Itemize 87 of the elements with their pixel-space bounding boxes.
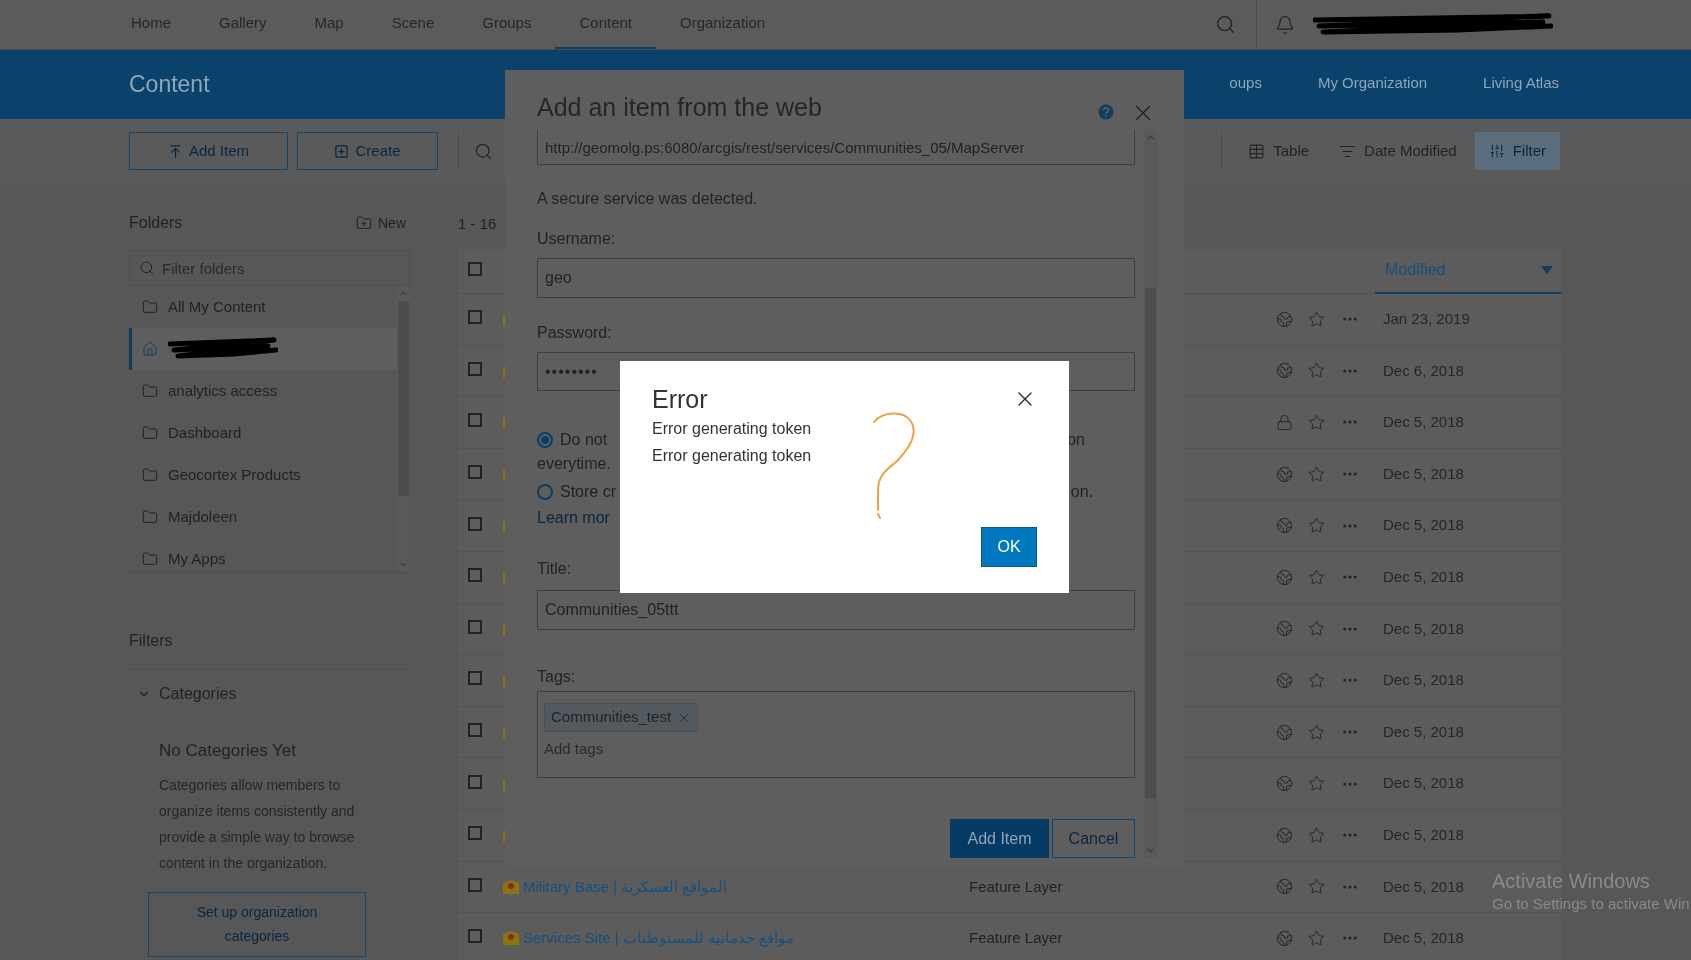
row-checkbox[interactable] (468, 723, 482, 738)
header-tab[interactable]: oups (1229, 68, 1262, 101)
add-item-submit-button[interactable]: Add Item (950, 819, 1049, 858)
sort-caret-icon[interactable] (1541, 266, 1553, 274)
help-icon[interactable] (1096, 102, 1116, 122)
search-icon[interactable] (1215, 14, 1236, 35)
title-label: Title: (537, 559, 573, 577)
layer-icon (502, 877, 520, 896)
cancel-button[interactable]: Cancel (1052, 819, 1135, 858)
ok-button[interactable]: OK (981, 527, 1037, 567)
star-icon[interactable] (1308, 723, 1325, 741)
row-checkbox[interactable] (468, 465, 482, 480)
row-checkbox[interactable] (468, 361, 482, 376)
tag-chip[interactable]: Communities_test (544, 703, 699, 732)
scrollbar[interactable] (1144, 130, 1157, 858)
error-title: Error (652, 384, 708, 415)
star-icon[interactable] (1308, 671, 1325, 689)
username-label: Username: (537, 229, 617, 247)
star-icon[interactable] (1308, 517, 1325, 535)
star-icon[interactable] (1308, 878, 1325, 896)
folder-icon (142, 425, 158, 441)
home-icon (142, 341, 158, 357)
table-view-button[interactable]: Table (1248, 139, 1310, 163)
upload-icon (168, 143, 183, 159)
star-icon[interactable] (1308, 775, 1325, 793)
item-type: Feature Layer (969, 877, 1063, 895)
folder-icon (142, 383, 158, 399)
layer-icon (502, 929, 520, 948)
row-checkbox[interactable] (468, 516, 482, 531)
title-field[interactable]: Communities_05ttt (537, 590, 1135, 630)
row-checkbox[interactable] (468, 671, 482, 686)
row-checkbox[interactable] (468, 568, 482, 583)
row-checkbox[interactable] (468, 929, 482, 944)
item-type: Feature Layer (969, 929, 1063, 947)
row-checkbox[interactable] (468, 877, 482, 892)
search-icon[interactable] (474, 141, 493, 161)
star-icon[interactable] (1308, 414, 1325, 431)
radio-label: Do not (560, 430, 608, 450)
star-icon[interactable] (1308, 362, 1325, 380)
radio-button[interactable] (537, 484, 553, 500)
folder-icon (142, 467, 158, 483)
row-checkbox[interactable] (468, 619, 482, 634)
header-tab[interactable]: My Organization (1317, 68, 1428, 101)
star-icon[interactable] (1308, 465, 1325, 483)
add-item-button[interactable]: Add Item (129, 132, 288, 170)
username-field[interactable]: geo (537, 258, 1135, 298)
folder-icon (142, 551, 158, 567)
create-button[interactable]: Create (297, 132, 438, 170)
url-field[interactable]: http://geomolg.ps:6080/arcgis/rest/services/Communities_05/MapServer (537, 130, 1135, 165)
folder-icon (142, 299, 158, 315)
sort-button[interactable]: Date Modified (1339, 139, 1457, 163)
row-checkbox[interactable] (468, 310, 482, 325)
secure-service-notice: A secure service was detected. (537, 189, 759, 207)
folder-item[interactable] (129, 328, 397, 370)
search-icon (139, 260, 155, 276)
header-tab[interactable]: Living Atlas (1483, 68, 1559, 101)
folder-icon (142, 509, 158, 525)
radio-label: Store cr (560, 482, 616, 502)
tags-label: Tags: (537, 667, 577, 685)
item-title-link[interactable]: Services Site | مواقع خدماتية للمستوطنات (523, 929, 795, 947)
learn-more-link[interactable]: Learn mor (537, 506, 610, 530)
star-icon[interactable] (1308, 310, 1325, 328)
page-title: Content (129, 70, 210, 100)
plus-square-icon (334, 143, 350, 159)
notification-bell-icon[interactable] (1275, 14, 1295, 35)
error-message: Error generating token (652, 446, 813, 466)
sliders-icon (1488, 143, 1505, 159)
dialog-title: Add an item from the web (537, 91, 822, 123)
star-icon[interactable] (1308, 568, 1325, 586)
error-message: Error generating token (652, 419, 813, 439)
password-label: Password: (537, 323, 613, 341)
star-icon[interactable] (1308, 929, 1325, 947)
modified-column-header[interactable]: Modified (1385, 258, 1446, 282)
table-icon (1248, 142, 1266, 160)
row-checkbox[interactable] (468, 774, 482, 789)
folder-plus-icon (356, 215, 372, 231)
row-checkbox[interactable] (468, 262, 482, 276)
radio-button[interactable] (537, 432, 553, 448)
setup-categories-button[interactable]: Set up organization categories (148, 891, 366, 957)
row-checkbox[interactable] (468, 413, 482, 428)
filter-button[interactable]: Filter (1474, 132, 1560, 170)
star-icon[interactable] (1308, 826, 1325, 844)
radio-label: on. (1070, 482, 1093, 502)
star-icon[interactable] (1308, 620, 1325, 638)
item-title-link[interactable]: Military Base | المواقع العسكرية (523, 877, 728, 895)
radio-label: everytime. (537, 454, 611, 474)
row-checkbox[interactable] (468, 826, 482, 841)
